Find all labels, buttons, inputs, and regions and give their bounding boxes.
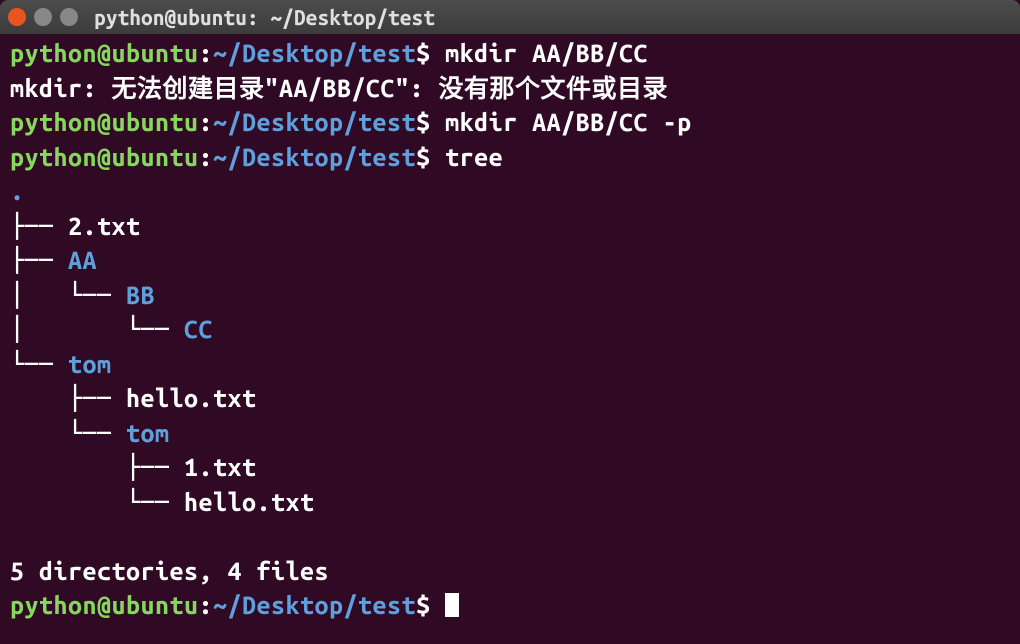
tree-branch: │ └── — [10, 281, 126, 309]
window-title: python@ubuntu: ~/Desktop/test — [94, 5, 435, 29]
prompt-path: ~/Desktop/test — [213, 108, 416, 136]
tree-root: . — [10, 174, 1010, 209]
command-text — [431, 591, 446, 619]
tree-file: hello.txt — [126, 384, 257, 412]
close-icon[interactable] — [8, 8, 26, 26]
blank-line — [10, 519, 1010, 554]
tree-dir: CC — [184, 315, 213, 343]
prompt-dollar: $ — [416, 39, 431, 67]
command-text: tree — [431, 143, 504, 171]
prompt-dollar: $ — [416, 591, 431, 619]
tree-branch: ├── — [10, 212, 68, 240]
terminal-line: python@ubuntu:~/Desktop/test$ mkdir AA/B… — [10, 105, 1010, 140]
tree-line: ├── AA — [10, 243, 1010, 278]
prompt-path: ~/Desktop/test — [213, 143, 416, 171]
prompt-path: ~/Desktop/test — [213, 39, 416, 67]
tree-branch: ├── — [10, 453, 184, 481]
tree-branch: └── — [10, 350, 68, 378]
prompt-colon: : — [199, 39, 214, 67]
tree-line: ├── hello.txt — [10, 381, 1010, 416]
titlebar: python@ubuntu: ~/Desktop/test — [0, 0, 1020, 34]
prompt-colon: : — [199, 591, 214, 619]
tree-dir: BB — [126, 281, 155, 309]
tree-dir: tom — [68, 350, 112, 378]
tree-line: └── hello.txt — [10, 485, 1010, 520]
tree-file: 2.txt — [68, 212, 141, 240]
terminal-line: python@ubuntu:~/Desktop/test$ mkdir AA/B… — [10, 36, 1010, 71]
tree-line: ├── 1.txt — [10, 450, 1010, 485]
prompt-user: python@ubuntu — [10, 143, 199, 171]
window-controls — [8, 8, 78, 26]
tree-branch: └── — [10, 488, 184, 516]
prompt-user: python@ubuntu — [10, 591, 199, 619]
prompt-dollar: $ — [416, 108, 431, 136]
maximize-icon[interactable] — [60, 8, 78, 26]
tree-file: hello.txt — [184, 488, 315, 516]
minimize-icon[interactable] — [34, 8, 52, 26]
cursor-icon — [445, 593, 459, 617]
tree-dir: tom — [126, 419, 170, 447]
prompt-user: python@ubuntu — [10, 39, 199, 67]
terminal-body[interactable]: python@ubuntu:~/Desktop/test$ mkdir AA/B… — [0, 34, 1020, 625]
tree-line: ├── 2.txt — [10, 209, 1010, 244]
terminal-line: mkdir: 无法创建目录"AA/BB/CC": 没有那个文件或目录 — [10, 71, 1010, 106]
command-text: mkdir AA/BB/CC -p — [431, 108, 692, 136]
prompt-colon: : — [199, 143, 214, 171]
tree-branch: ├── — [10, 246, 68, 274]
tree-line: └── tom — [10, 416, 1010, 451]
terminal-line: python@ubuntu:~/Desktop/test$ tree — [10, 140, 1010, 175]
tree-line: └── tom — [10, 347, 1010, 382]
command-text: mkdir AA/BB/CC — [431, 39, 649, 67]
tree-line: │ └── BB — [10, 278, 1010, 313]
terminal-line: python@ubuntu:~/Desktop/test$ — [10, 588, 1010, 623]
tree-line: │ └── CC — [10, 312, 1010, 347]
prompt-dollar: $ — [416, 143, 431, 171]
prompt-user: python@ubuntu — [10, 108, 199, 136]
tree-branch: └── — [10, 419, 126, 447]
prompt-colon: : — [199, 108, 214, 136]
tree-dir: AA — [68, 246, 97, 274]
tree-branch: │ └── — [10, 315, 184, 343]
tree-file: 1.txt — [184, 453, 257, 481]
tree-summary: 5 directories, 4 files — [10, 554, 1010, 589]
tree-branch: ├── — [10, 384, 126, 412]
prompt-path: ~/Desktop/test — [213, 591, 416, 619]
